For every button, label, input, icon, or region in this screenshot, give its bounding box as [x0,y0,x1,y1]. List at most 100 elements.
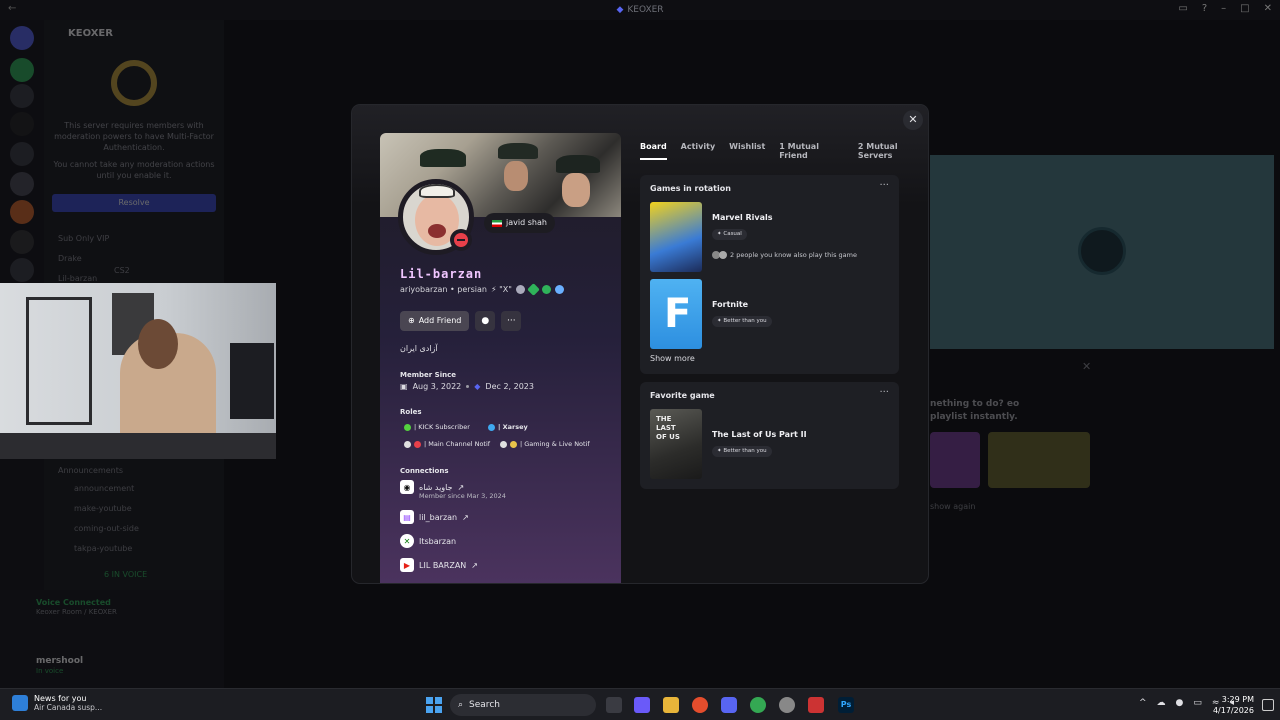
tab-board[interactable]: Board [640,142,667,160]
avatar [719,251,727,259]
role-chip: | Xarsey [484,420,532,434]
chrome-icon[interactable] [750,697,766,713]
home-server-icon[interactable] [10,26,34,50]
more-options-button[interactable]: ··· [501,311,522,331]
cloud-icon[interactable]: ☁ [1157,698,1166,708]
role-chip: | Main Channel Notif [400,437,494,451]
obs-icon[interactable] [779,697,795,713]
server-icon[interactable] [10,258,34,282]
connection-xbox[interactable]: ✕ Itsbarzan [400,534,456,548]
close-icon[interactable]: ✕ [1082,360,1091,373]
server-icon[interactable] [10,172,34,196]
tab-wishlist[interactable]: Wishlist [729,142,765,160]
activity-game-tile[interactable] [930,432,980,488]
server-icon[interactable] [10,58,34,82]
game-name[interactable]: The Last of Us Part II [712,430,807,439]
add-friend-label: Add Friend [418,316,462,325]
channel-item[interactable]: coming-out-side [74,524,139,533]
card-title: Games in rotation [650,184,731,193]
member-since-label: Member Since [400,371,456,379]
last-of-us-cover[interactable]: THE LAST OF US [650,409,702,479]
app-icon[interactable] [808,697,824,713]
discord-logo-icon: ▣ [400,382,408,391]
channel-item[interactable]: Drake [58,254,82,263]
server-join-date: Dec 2, 2023 [485,382,534,391]
show-more-link[interactable]: Show more [650,354,695,363]
badge-icon[interactable] [541,285,551,294]
external-link-icon: ↗ [462,512,469,522]
channel-item[interactable]: Announcements [58,466,123,475]
current-user-status: In voice [36,667,64,675]
webcam-monitor [230,343,274,419]
connections-label: Connections [400,467,449,475]
search-label: Search [469,700,500,710]
inbox-icon[interactable]: ▭ [1178,3,1187,14]
voice-room-label[interactable]: Keoxer Room / KEOXER [36,608,117,616]
chrome-icon[interactable] [692,697,708,713]
tag-icon: ✦ [717,318,722,324]
channel-item[interactable]: Sub Only VIP [58,234,109,243]
resolve-button[interactable]: Resolve [52,194,216,212]
marvel-rivals-cover[interactable] [650,202,702,272]
search-icon: ⌕ [458,700,464,710]
message-button[interactable]: ● [475,311,496,331]
server-icon[interactable] [10,200,34,224]
game-name[interactable]: Marvel Rivals [712,213,773,222]
channel-item[interactable]: takpa-youtube [74,544,132,553]
file-explorer-icon[interactable] [663,697,679,713]
add-friend-button[interactable]: ⊕ Add Friend [400,311,470,331]
fortnite-cover[interactable]: F [650,279,702,349]
microphone-icon[interactable]: ● [1176,698,1184,708]
channel-item[interactable]: announcement [74,484,134,493]
connection-youtube[interactable]: ▶ LIL BARZAN ↗ [400,558,478,572]
hypesquad-badge-icon[interactable] [527,283,540,296]
server-icon[interactable] [10,84,34,108]
activity-orb-icon [1078,227,1126,275]
tab-mutual-friends[interactable]: 1 Mutual Friend [779,142,844,160]
badge-icon[interactable] [515,285,525,294]
card-more-button[interactable]: ··· [879,387,889,398]
tag-icon: ✦ [717,231,722,237]
news-widget[interactable]: News for you Air Canada susp... [12,694,102,712]
task-view-icon[interactable] [606,697,622,713]
server-name[interactable]: KEOXER [68,28,113,39]
channel-item[interactable]: make-youtube [74,504,132,513]
display-icon[interactable]: ▭ [1193,698,1202,708]
server-icon[interactable] [10,142,34,166]
maximize-button[interactable]: □ [1240,3,1249,14]
help-icon[interactable]: ? [1202,3,1207,14]
minimize-button[interactable]: – [1221,3,1226,14]
close-window-button[interactable]: ✕ [1264,3,1272,14]
roles-label: Roles [400,408,422,416]
webcam-overlay [0,283,276,459]
tab-activity[interactable]: Activity [681,142,716,160]
back-arrow-icon[interactable]: ← [8,3,16,14]
connection-twitch[interactable]: ▤ lil_barzan ↗ [400,510,469,524]
taskbar-clock[interactable]: 3:29 PM 4/17/2026 [1213,694,1254,716]
connection-name: Itsbarzan [419,536,457,546]
show-again-link[interactable]: show again [930,502,975,511]
card-title: Favorite game [650,391,715,400]
tab-mutual-servers[interactable]: 2 Mutual Servers [858,142,928,160]
photoshop-icon[interactable]: Ps [838,697,854,713]
mfa-text: This server requires members with modera… [54,121,214,152]
channel-item[interactable]: Lil-barzan [58,274,97,283]
channel-item[interactable]: CS2 [114,266,130,275]
discord-icon[interactable] [721,697,737,713]
role-color-dot [500,440,507,448]
nitro-badge-icon[interactable] [554,285,564,294]
close-modal-button[interactable]: ✕ [903,110,923,130]
start-button[interactable] [426,697,442,713]
game-name[interactable]: Fortnite [712,300,748,309]
avatar-mouth [428,224,446,238]
chat-bubble-icon: ● [481,316,490,326]
server-icon[interactable] [10,230,34,254]
tray-chevron-icon[interactable]: ^ [1139,698,1147,708]
server-icon[interactable] [10,112,34,136]
avatar-decoration [419,184,455,198]
taskbar-search[interactable]: ⌕ Search [450,694,596,716]
copilot-icon[interactable] [634,697,650,713]
activity-game-tile[interactable] [988,432,1090,488]
notification-icon[interactable] [1262,699,1274,711]
card-more-button[interactable]: ··· [879,180,889,191]
